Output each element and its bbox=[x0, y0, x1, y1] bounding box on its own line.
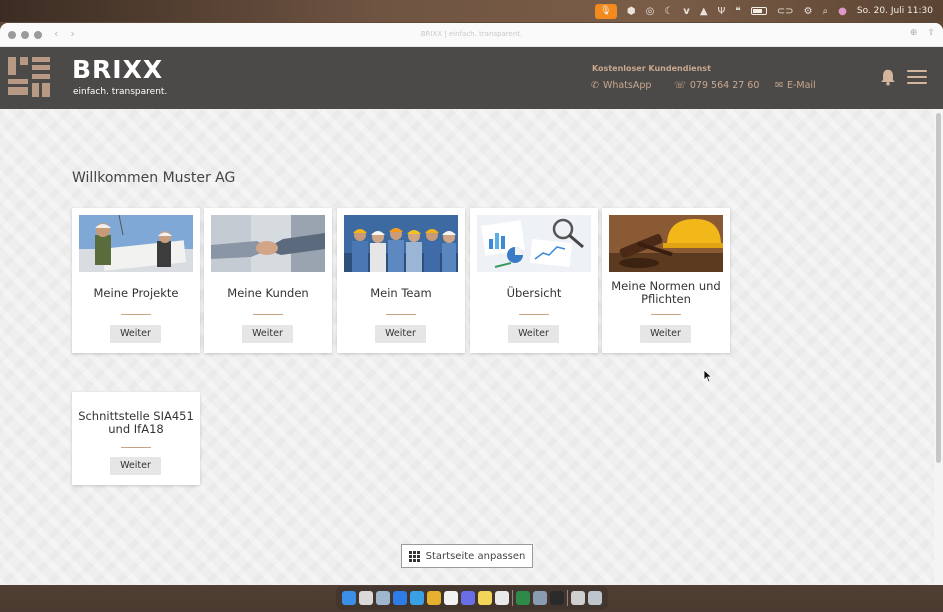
quote-icon[interactable]: ❝ bbox=[735, 6, 740, 17]
vivaldi-icon[interactable]: v bbox=[683, 6, 690, 17]
box-icon[interactable]: ⬢ bbox=[627, 6, 636, 17]
status-area: 🎙 ⬢ ◎ ☾ v ▲ Ψ ❝ ⊂⊃ ⚙ ⌕ ● So. 20. Juli 11… bbox=[594, 0, 933, 22]
downloads-icon[interactable] bbox=[571, 591, 585, 605]
mail-app-icon[interactable] bbox=[393, 591, 407, 605]
email-label: E-Mail bbox=[786, 80, 816, 91]
battery-icon[interactable] bbox=[750, 7, 767, 15]
brand-name[interactable]: BRIXX bbox=[72, 55, 163, 84]
toolbar-right: ⊕ ⇪ bbox=[910, 28, 935, 38]
card-title: Übersicht bbox=[506, 286, 562, 300]
control-center-icon[interactable]: ⚙ bbox=[804, 6, 813, 17]
weiter-button[interactable]: Weiter bbox=[110, 325, 161, 343]
whatsapp-label: WhatsApp bbox=[602, 80, 652, 91]
card-title: Schnittstelle SIA451 und IfA18 bbox=[78, 409, 194, 436]
card-title: Meine Normen und Pflichten bbox=[611, 279, 721, 306]
card-meine-projekte[interactable]: Meine Projekte Weiter bbox=[72, 208, 200, 353]
bell-icon[interactable] bbox=[879, 68, 897, 86]
card-meine-normen[interactable]: Meine Normen und Pflichten Weiter bbox=[602, 208, 730, 353]
mouse-cursor-icon bbox=[703, 369, 713, 383]
whatsapp-link[interactable]: ✆ WhatsApp bbox=[591, 80, 651, 91]
dock-separator bbox=[567, 590, 568, 606]
safari-icon[interactable] bbox=[410, 591, 424, 605]
card-uebersicht[interactable]: Übersicht Weiter bbox=[470, 208, 598, 353]
trash-icon[interactable] bbox=[588, 591, 602, 605]
team-image bbox=[344, 215, 458, 272]
dock-separator bbox=[512, 590, 513, 606]
weiter-button[interactable]: Weiter bbox=[110, 457, 161, 475]
gavel-helmet-image bbox=[609, 215, 723, 272]
card-meine-kunden[interactable]: Meine Kunden Weiter bbox=[204, 208, 332, 353]
weiter-button[interactable]: Weiter bbox=[508, 325, 559, 343]
weiter-button[interactable]: Weiter bbox=[375, 325, 426, 343]
mail-icon: ✉ bbox=[775, 80, 783, 91]
brand-tagline: einfach. transparent. bbox=[73, 87, 168, 97]
chrome-icon[interactable] bbox=[427, 591, 441, 605]
notes-icon[interactable] bbox=[478, 591, 492, 605]
browser-toolbar: ‹ › BRIXX | einfach. transparent. ⊕ ⇪ bbox=[0, 23, 943, 47]
hamburger-menu-icon[interactable] bbox=[907, 70, 927, 84]
support-title: Kostenloser Kundendienst bbox=[592, 64, 711, 73]
menubar-clock[interactable]: So. 20. Juli 11:30 bbox=[857, 6, 933, 16]
phone-number: 079 564 27 60 bbox=[689, 80, 760, 91]
card-title: Meine Kunden bbox=[227, 286, 309, 300]
app-icon[interactable] bbox=[550, 591, 564, 605]
download-icon[interactable]: ⊕ bbox=[910, 28, 918, 38]
card-divider bbox=[121, 447, 151, 448]
target-icon[interactable]: ◎ bbox=[646, 6, 655, 17]
brixx-logo-icon[interactable] bbox=[8, 57, 52, 99]
fork-icon[interactable]: Ψ bbox=[718, 6, 726, 17]
system-settings-icon[interactable] bbox=[376, 591, 390, 605]
scrollbar-thumb[interactable] bbox=[936, 113, 941, 463]
card-title: Mein Team bbox=[370, 286, 432, 300]
finder-icon[interactable] bbox=[342, 591, 356, 605]
startseite-anpassen-button[interactable]: Startseite anpassen bbox=[401, 544, 533, 568]
card-divider bbox=[386, 314, 416, 315]
card-divider bbox=[121, 314, 151, 315]
mic-icon[interactable]: 🎙 bbox=[594, 3, 617, 19]
site-header: BRIXX einfach. transparent. Kostenloser … bbox=[0, 47, 943, 109]
email-link[interactable]: ✉ E-Mail bbox=[775, 80, 816, 91]
page-scrollbar[interactable] bbox=[934, 109, 943, 585]
card-schnittstelle[interactable]: Schnittstelle SIA451 und IfA18 Weiter bbox=[72, 392, 200, 485]
share-icon[interactable]: ⇪ bbox=[927, 28, 935, 38]
preview-icon[interactable] bbox=[533, 591, 547, 605]
triangle-icon[interactable]: ▲ bbox=[700, 6, 708, 17]
card-divider bbox=[651, 314, 681, 315]
weiter-button[interactable]: Weiter bbox=[242, 325, 293, 343]
whatsapp-icon: ✆ bbox=[591, 80, 599, 91]
calendar-icon[interactable] bbox=[444, 591, 458, 605]
charts-image bbox=[477, 215, 591, 272]
macos-menubar: 🎙 ⬢ ◎ ☾ v ▲ Ψ ❝ ⊂⊃ ⚙ ⌕ ● So. 20. Juli 11… bbox=[0, 0, 943, 22]
photos-icon[interactable] bbox=[495, 591, 509, 605]
handshake-image bbox=[211, 215, 325, 272]
address-bar[interactable]: BRIXX | einfach. transparent. bbox=[0, 30, 943, 38]
customize-label: Startseite anpassen bbox=[425, 550, 526, 562]
weiter-button[interactable]: Weiter bbox=[640, 325, 691, 343]
moon-icon[interactable]: ☾ bbox=[664, 6, 673, 17]
card-divider bbox=[519, 314, 549, 315]
grid-icon bbox=[408, 550, 420, 562]
launchpad-icon[interactable] bbox=[359, 591, 373, 605]
page-content: Willkommen Muster AG Meine Projekte Weit… bbox=[0, 109, 934, 585]
link-icon[interactable]: ⊂⊃ bbox=[777, 6, 794, 17]
construction-workers-image bbox=[79, 215, 193, 272]
phone-icon: ☏ bbox=[674, 80, 686, 91]
siri-icon[interactable]: ● bbox=[838, 6, 847, 17]
card-mein-team[interactable]: Mein Team Weiter bbox=[337, 208, 465, 353]
discord-icon[interactable] bbox=[461, 591, 475, 605]
macos-dock bbox=[336, 586, 608, 610]
excel-icon[interactable] bbox=[516, 591, 530, 605]
card-divider bbox=[253, 314, 283, 315]
search-icon[interactable]: ⌕ bbox=[823, 6, 829, 17]
card-title: Meine Projekte bbox=[93, 286, 179, 300]
phone-link[interactable]: ☏ 079 564 27 60 bbox=[674, 80, 759, 91]
welcome-heading: Willkommen Muster AG bbox=[72, 170, 236, 186]
